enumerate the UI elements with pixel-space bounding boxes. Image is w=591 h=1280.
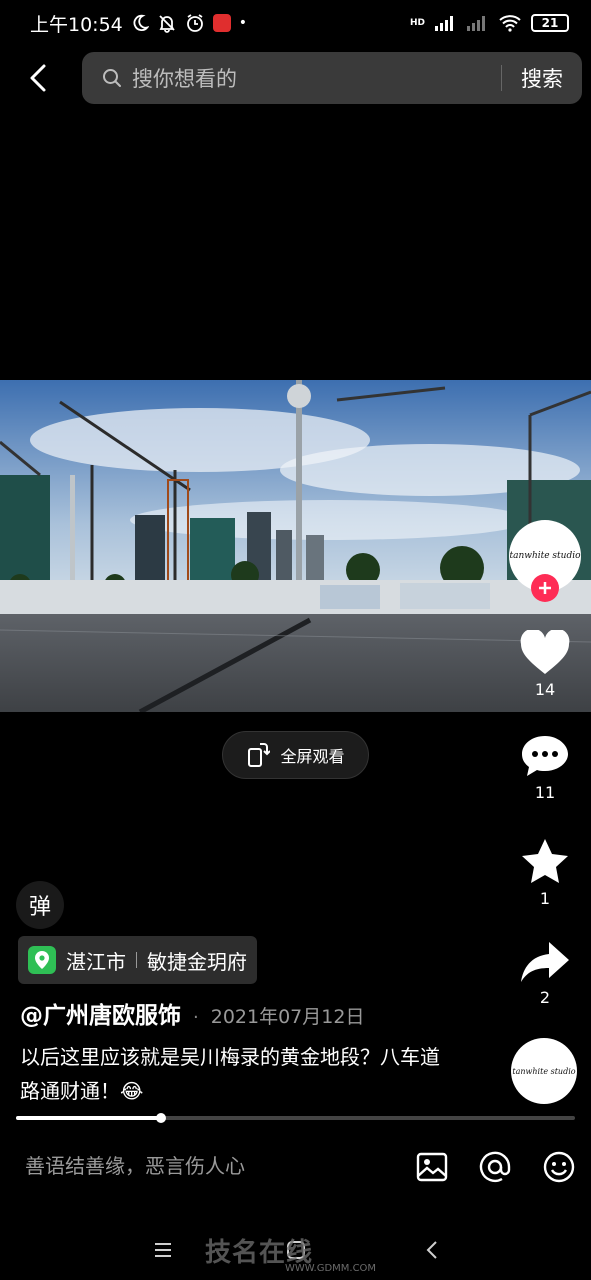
meta-separator: · xyxy=(193,1007,199,1028)
status-bar: 上午10:54 • HD 21 xyxy=(0,0,591,46)
fullscreen-label: 全屏观看 xyxy=(280,747,345,766)
alarm-icon xyxy=(186,14,203,32)
location-pin-icon xyxy=(28,946,56,974)
more-notifications-icon: • xyxy=(238,15,248,31)
search-icon xyxy=(103,69,121,87)
nav-back-icon xyxy=(426,1241,437,1259)
wifi-icon xyxy=(499,15,521,32)
search-bar[interactable]: 搜你想看的 搜索 xyxy=(82,52,582,104)
music-disc[interactable]: tanwhite studio xyxy=(511,1038,577,1104)
comment-count: 11 xyxy=(534,783,556,802)
app-notification-icon xyxy=(212,14,231,32)
comment-icon xyxy=(522,736,568,776)
location-place: 敏捷金玥府 xyxy=(147,949,247,974)
heart-icon xyxy=(520,630,570,674)
favorite-button[interactable]: 1 xyxy=(513,837,577,908)
danmaku-label: 弹 xyxy=(28,895,51,920)
comment-input[interactable]: 善语结善缘，恶言伤人心 xyxy=(25,1150,245,1179)
location-separator xyxy=(136,952,137,968)
network-type: HD xyxy=(409,18,425,28)
location-city: 湛江市 xyxy=(66,949,126,974)
like-count: 14 xyxy=(534,680,556,699)
progress-thumb[interactable] xyxy=(156,1113,167,1123)
menu-button[interactable] xyxy=(152,1238,174,1262)
moon-icon xyxy=(133,14,149,32)
search-button[interactable]: 搜索 xyxy=(502,63,582,93)
author-name[interactable]: @广州唐欧服饰 xyxy=(20,996,181,1030)
video-frame xyxy=(0,380,591,712)
progress-bar[interactable] xyxy=(16,1113,575,1123)
at-icon[interactable] xyxy=(478,1150,512,1184)
back-icon xyxy=(30,64,46,92)
favorite-count: 1 xyxy=(539,889,551,908)
signal-icon xyxy=(435,16,453,31)
danmaku-button[interactable]: 弹 xyxy=(16,881,64,929)
signal-2-icon xyxy=(467,16,485,31)
location-tag[interactable]: 湛江市 敏捷金玥府 xyxy=(18,936,257,984)
search-input[interactable]: 搜你想看的 xyxy=(132,63,501,93)
fullscreen-button[interactable]: 全屏观看 xyxy=(222,731,369,779)
share-icon xyxy=(521,942,569,982)
plus-icon xyxy=(539,582,551,594)
status-time: 上午10:54 xyxy=(30,13,123,36)
star-icon xyxy=(522,839,568,883)
post-caption[interactable]: 以后这里应该就是吴川梅录的黄金地段？八车道 路通财通！😂 xyxy=(20,1040,460,1108)
follow-button[interactable] xyxy=(531,574,559,602)
share-count: 2 xyxy=(539,988,551,1007)
back-button[interactable] xyxy=(22,60,54,96)
menu-icon xyxy=(155,1243,171,1257)
comment-button[interactable]: 11 xyxy=(513,733,577,802)
share-button[interactable]: 2 xyxy=(513,940,577,1007)
like-button[interactable]: 14 xyxy=(513,630,577,699)
video-player[interactable] xyxy=(0,380,591,712)
author-line: @广州唐欧服饰 · 2021年07月12日 xyxy=(20,996,364,1030)
watermark-url: WWW.GDMM.COM xyxy=(285,1263,377,1274)
nav-back-button[interactable] xyxy=(422,1238,442,1262)
emoji-icon[interactable] xyxy=(542,1150,576,1184)
image-icon[interactable] xyxy=(415,1150,449,1184)
bell-off-icon xyxy=(159,15,175,33)
battery-icon: 21 xyxy=(531,14,569,32)
progress-fill xyxy=(16,1116,162,1120)
rotate-icon xyxy=(248,743,271,767)
post-date: 2021年07月12日 xyxy=(210,1006,365,1028)
